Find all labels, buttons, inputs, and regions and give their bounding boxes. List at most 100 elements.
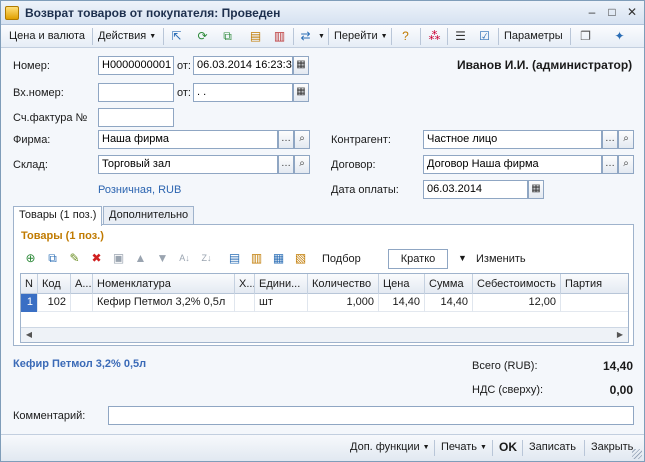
- ok-button[interactable]: OK: [499, 440, 517, 454]
- col-n[interactable]: N: [21, 274, 38, 294]
- add-row-icon[interactable]: ⊕: [22, 250, 39, 267]
- pick-button[interactable]: Подбор: [322, 253, 361, 265]
- post-doc-icon[interactable]: ▤: [247, 28, 264, 45]
- calendar-icon[interactable]: ▦: [293, 83, 309, 102]
- cell-unit[interactable]: шт: [255, 294, 308, 312]
- go-menu[interactable]: Перейти ▼: [334, 29, 388, 45]
- fill-table-icon[interactable]: ▤: [226, 250, 243, 267]
- comment-field[interactable]: [108, 406, 634, 425]
- cell-a[interactable]: [71, 294, 93, 312]
- tab-goods[interactable]: Товары (1 поз.): [13, 206, 103, 226]
- col-a[interactable]: А...: [71, 274, 93, 294]
- contract-field[interactable]: Договор Наша фирма: [423, 155, 602, 174]
- params-button[interactable]: Параметры: [504, 29, 563, 45]
- search-icon[interactable]: ⌕: [618, 130, 634, 149]
- select-ellipsis-icon[interactable]: …: [602, 130, 618, 149]
- goods-table[interactable]: N Код А... Номенклатура Х... Едини... Ко…: [20, 273, 629, 343]
- close-button[interactable]: Закрыть: [591, 441, 633, 453]
- settings-wand-icon[interactable]: ✦: [611, 28, 628, 45]
- structure-dropdown[interactable]: ▼: [315, 29, 325, 45]
- copy-row-icon[interactable]: ⧉: [44, 250, 61, 267]
- delete-row-icon[interactable]: ✖: [88, 250, 105, 267]
- import-icon[interactable]: ▦: [270, 250, 287, 267]
- hierarchy-icon[interactable]: ⁂: [426, 28, 443, 45]
- print-menu[interactable]: Печать ▼: [441, 441, 487, 453]
- sort-asc-icon[interactable]: A↓: [176, 250, 193, 267]
- resize-grip-icon[interactable]: [632, 449, 642, 459]
- counterparty-field[interactable]: Частное лицо: [423, 130, 602, 149]
- cell-sum[interactable]: 14,40: [425, 294, 473, 312]
- cell-nomenclature[interactable]: Кефир Петмол 3,2% 0,5л: [93, 294, 235, 312]
- edit-button[interactable]: Изменить: [476, 253, 526, 265]
- copy-doc-icon[interactable]: ⧉: [219, 28, 236, 45]
- in-date-field[interactable]: . .: [193, 83, 293, 102]
- invoice-field[interactable]: [98, 108, 174, 127]
- structure-icon[interactable]: ⇄: [297, 28, 314, 45]
- col-unit[interactable]: Едини...: [255, 274, 308, 294]
- date-field[interactable]: 06.03.2014 16:23:31: [193, 56, 293, 75]
- help-icon[interactable]: ?: [397, 28, 414, 45]
- search-icon[interactable]: ⌕: [294, 130, 310, 149]
- col-code[interactable]: Код: [38, 274, 71, 294]
- search-icon[interactable]: ⌕: [294, 155, 310, 174]
- calendar-icon[interactable]: ▦: [528, 180, 544, 199]
- select-ellipsis-icon[interactable]: …: [278, 155, 294, 174]
- price-currency-button[interactable]: Цена и валюта: [9, 29, 85, 45]
- go-menu-label: Перейти: [334, 30, 378, 42]
- edit-row-icon[interactable]: ✎: [66, 250, 83, 267]
- save-button[interactable]: Записать: [529, 441, 576, 453]
- col-cost[interactable]: Себестоимость: [473, 274, 561, 294]
- company-field[interactable]: Наша фирма: [98, 130, 278, 149]
- maximize-icon[interactable]: □: [604, 5, 620, 20]
- contract-label: Договор:: [331, 159, 376, 171]
- close-icon[interactable]: ✕: [624, 5, 640, 20]
- col-nomenclature[interactable]: Номенклатура: [93, 274, 235, 294]
- warehouse-field[interactable]: Торговый зал: [98, 155, 278, 174]
- cell-price[interactable]: 14,40: [379, 294, 425, 312]
- actions-menu[interactable]: Действия ▼: [98, 29, 156, 45]
- scroll-right-icon[interactable]: ▶: [613, 329, 627, 341]
- horizontal-scrollbar[interactable]: ◀ ▶: [21, 327, 628, 342]
- calendar-icon[interactable]: ▦: [293, 56, 309, 75]
- extra-functions-menu[interactable]: Доп. функции ▼: [350, 441, 430, 453]
- counterparty-label: Контрагент:: [331, 134, 391, 146]
- save-row-icon[interactable]: ▣: [110, 250, 127, 267]
- scroll-left-icon[interactable]: ◀: [22, 329, 36, 341]
- price-type-link[interactable]: Розничная, RUB: [98, 184, 181, 196]
- col-qty[interactable]: Количество: [308, 274, 379, 294]
- unpost-doc-icon[interactable]: ▥: [271, 28, 288, 45]
- search-icon[interactable]: ⌕: [618, 155, 634, 174]
- move-up-icon[interactable]: ▲: [132, 250, 149, 267]
- col-sum[interactable]: Сумма: [425, 274, 473, 294]
- cell-code[interactable]: 102: [38, 294, 71, 312]
- cell-cost[interactable]: 12,00: [473, 294, 561, 312]
- in-number-field[interactable]: [98, 83, 174, 102]
- mode-select[interactable]: Кратко: [388, 249, 448, 269]
- chevron-down-icon[interactable]: ▼: [454, 250, 471, 267]
- minimize-icon[interactable]: –: [584, 5, 600, 20]
- cell-qty[interactable]: 1,000: [308, 294, 379, 312]
- pay-date-field[interactable]: 06.03.2014: [423, 180, 528, 199]
- refresh-icon[interactable]: ⟳: [194, 28, 211, 45]
- checklist-icon[interactable]: ☑: [476, 28, 493, 45]
- tab-additional[interactable]: Дополнительно: [103, 206, 195, 225]
- cell-x[interactable]: [235, 294, 255, 312]
- col-batch[interactable]: Партия: [561, 274, 628, 294]
- caret-down-icon: ▼: [149, 33, 157, 40]
- paste-icon[interactable]: ▥: [248, 250, 265, 267]
- number-field[interactable]: Н0000000001: [98, 56, 174, 75]
- vat-value: 0,00: [609, 383, 633, 397]
- list-view-icon[interactable]: ☰: [452, 28, 469, 45]
- cell-n[interactable]: 1: [21, 294, 38, 312]
- fill-icon[interactable]: ⇱: [168, 28, 185, 45]
- select-ellipsis-icon[interactable]: …: [278, 130, 294, 149]
- cell-batch[interactable]: [561, 294, 628, 312]
- table-row[interactable]: 1 102 Кефир Петмол 3,2% 0,5л шт 1,000 14…: [21, 294, 628, 312]
- move-down-icon[interactable]: ▼: [154, 250, 171, 267]
- pages-icon[interactable]: ❐: [577, 28, 594, 45]
- export-icon[interactable]: ▧: [292, 250, 309, 267]
- col-price[interactable]: Цена: [379, 274, 425, 294]
- select-ellipsis-icon[interactable]: …: [602, 155, 618, 174]
- col-x[interactable]: Х...: [235, 274, 255, 294]
- sort-desc-icon[interactable]: Z↓: [198, 250, 215, 267]
